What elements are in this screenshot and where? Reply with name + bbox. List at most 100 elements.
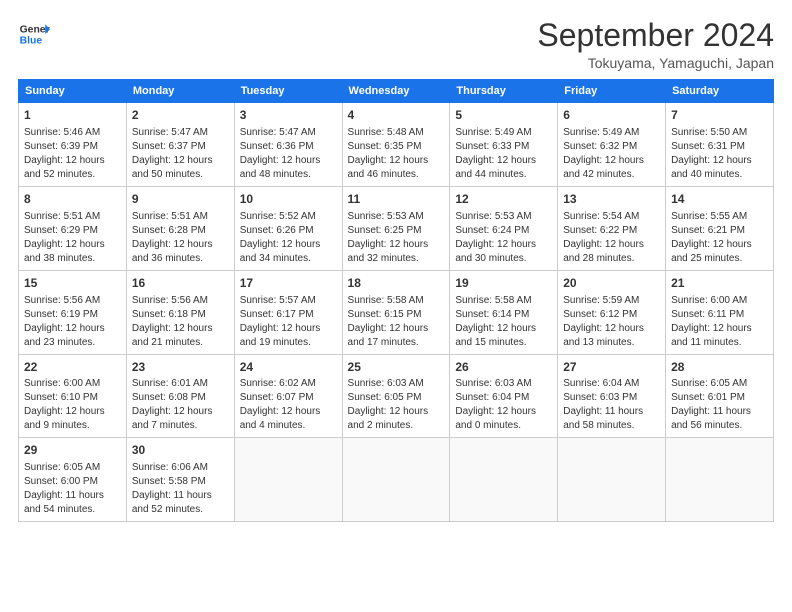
day-detail: Daylight: 12 hours	[563, 322, 660, 336]
day-detail: Sunset: 6:37 PM	[132, 140, 229, 154]
calendar-cell	[666, 438, 774, 522]
logo: General Blue	[18, 18, 50, 50]
calendar-cell: 28Sunrise: 6:05 AMSunset: 6:01 PMDayligh…	[666, 354, 774, 438]
calendar-cell: 2Sunrise: 5:47 AMSunset: 6:37 PMDaylight…	[126, 103, 234, 187]
day-detail: Daylight: 12 hours	[348, 238, 445, 252]
day-detail: Sunset: 6:11 PM	[671, 308, 768, 322]
day-detail: Sunrise: 5:56 AM	[132, 294, 229, 308]
calendar-cell: 19Sunrise: 5:58 AMSunset: 6:14 PMDayligh…	[450, 270, 558, 354]
day-number: 16	[132, 275, 229, 292]
day-detail: Sunset: 6:36 PM	[240, 140, 337, 154]
day-number: 3	[240, 107, 337, 124]
calendar-cell: 15Sunrise: 5:56 AMSunset: 6:19 PMDayligh…	[19, 270, 127, 354]
day-detail: Sunrise: 6:03 AM	[348, 377, 445, 391]
days-of-week-row: SundayMondayTuesdayWednesdayThursdayFrid…	[19, 80, 774, 103]
svg-text:Blue: Blue	[20, 36, 43, 47]
dow-header: Monday	[126, 80, 234, 103]
day-detail: and 34 minutes.	[240, 252, 337, 266]
day-number: 24	[240, 359, 337, 376]
day-detail: and 40 minutes.	[671, 168, 768, 182]
day-number: 20	[563, 275, 660, 292]
day-detail: Sunset: 6:35 PM	[348, 140, 445, 154]
page: General Blue September 2024 Tokuyama, Ya…	[0, 0, 792, 612]
day-detail: and 58 minutes.	[563, 419, 660, 433]
day-detail: and 23 minutes.	[24, 336, 121, 350]
day-detail: Sunrise: 5:53 AM	[348, 210, 445, 224]
day-detail: Daylight: 12 hours	[455, 405, 552, 419]
day-number: 7	[671, 107, 768, 124]
day-number: 6	[563, 107, 660, 124]
day-detail: and 38 minutes.	[24, 252, 121, 266]
dow-header: Wednesday	[342, 80, 450, 103]
calendar-cell: 5Sunrise: 5:49 AMSunset: 6:33 PMDaylight…	[450, 103, 558, 187]
day-detail: Daylight: 12 hours	[24, 238, 121, 252]
day-detail: Sunset: 6:26 PM	[240, 224, 337, 238]
day-detail: Daylight: 12 hours	[24, 405, 121, 419]
day-detail: Sunrise: 5:51 AM	[132, 210, 229, 224]
day-detail: Daylight: 11 hours	[24, 489, 121, 503]
day-detail: and 19 minutes.	[240, 336, 337, 350]
day-detail: and 54 minutes.	[24, 503, 121, 517]
day-number: 28	[671, 359, 768, 376]
calendar-week-row: 8Sunrise: 5:51 AMSunset: 6:29 PMDaylight…	[19, 186, 774, 270]
day-detail: Daylight: 12 hours	[671, 154, 768, 168]
day-detail: Daylight: 12 hours	[132, 238, 229, 252]
day-detail: and 0 minutes.	[455, 419, 552, 433]
day-detail: Sunset: 6:07 PM	[240, 391, 337, 405]
header: General Blue September 2024 Tokuyama, Ya…	[18, 18, 774, 71]
day-detail: Sunset: 6:12 PM	[563, 308, 660, 322]
day-detail: Sunrise: 6:00 AM	[671, 294, 768, 308]
day-detail: and 44 minutes.	[455, 168, 552, 182]
day-detail: and 17 minutes.	[348, 336, 445, 350]
day-detail: Daylight: 12 hours	[240, 322, 337, 336]
day-detail: Sunrise: 5:49 AM	[455, 126, 552, 140]
calendar-table: SundayMondayTuesdayWednesdayThursdayFrid…	[18, 79, 774, 522]
day-number: 26	[455, 359, 552, 376]
day-number: 2	[132, 107, 229, 124]
calendar-cell: 13Sunrise: 5:54 AMSunset: 6:22 PMDayligh…	[558, 186, 666, 270]
calendar-cell: 29Sunrise: 6:05 AMSunset: 6:00 PMDayligh…	[19, 438, 127, 522]
day-detail: Daylight: 12 hours	[455, 238, 552, 252]
day-number: 27	[563, 359, 660, 376]
day-detail: Sunset: 6:05 PM	[348, 391, 445, 405]
day-number: 10	[240, 191, 337, 208]
day-detail: Sunrise: 5:49 AM	[563, 126, 660, 140]
day-detail: Daylight: 12 hours	[563, 154, 660, 168]
day-number: 11	[348, 191, 445, 208]
day-detail: Sunrise: 5:55 AM	[671, 210, 768, 224]
day-detail: Sunrise: 6:03 AM	[455, 377, 552, 391]
day-detail: Sunrise: 5:56 AM	[24, 294, 121, 308]
day-detail: Sunrise: 5:48 AM	[348, 126, 445, 140]
day-detail: Daylight: 12 hours	[132, 322, 229, 336]
day-detail: Daylight: 12 hours	[240, 238, 337, 252]
calendar-cell: 8Sunrise: 5:51 AMSunset: 6:29 PMDaylight…	[19, 186, 127, 270]
day-detail: Sunset: 6:00 PM	[24, 475, 121, 489]
day-detail: Sunset: 6:29 PM	[24, 224, 121, 238]
dow-header: Saturday	[666, 80, 774, 103]
day-detail: Sunset: 6:22 PM	[563, 224, 660, 238]
day-detail: Sunrise: 6:02 AM	[240, 377, 337, 391]
day-detail: Daylight: 12 hours	[348, 322, 445, 336]
calendar-cell: 21Sunrise: 6:00 AMSunset: 6:11 PMDayligh…	[666, 270, 774, 354]
day-detail: and 42 minutes.	[563, 168, 660, 182]
day-detail: Sunset: 6:17 PM	[240, 308, 337, 322]
day-detail: Daylight: 12 hours	[132, 154, 229, 168]
day-detail: and 48 minutes.	[240, 168, 337, 182]
day-detail: and 2 minutes.	[348, 419, 445, 433]
day-detail: Sunset: 6:19 PM	[24, 308, 121, 322]
day-detail: and 13 minutes.	[563, 336, 660, 350]
day-detail: and 25 minutes.	[671, 252, 768, 266]
calendar-cell: 20Sunrise: 5:59 AMSunset: 6:12 PMDayligh…	[558, 270, 666, 354]
day-number: 4	[348, 107, 445, 124]
day-detail: Sunset: 6:01 PM	[671, 391, 768, 405]
day-detail: Sunrise: 5:54 AM	[563, 210, 660, 224]
day-detail: Sunset: 6:25 PM	[348, 224, 445, 238]
day-number: 9	[132, 191, 229, 208]
day-detail: and 52 minutes.	[24, 168, 121, 182]
day-detail: Daylight: 12 hours	[671, 238, 768, 252]
day-detail: and 15 minutes.	[455, 336, 552, 350]
day-number: 8	[24, 191, 121, 208]
day-number: 30	[132, 442, 229, 459]
day-number: 29	[24, 442, 121, 459]
calendar-cell: 11 Sunrise: 5:53 AMSunset: 6:25 PMDayligh…	[342, 186, 450, 270]
